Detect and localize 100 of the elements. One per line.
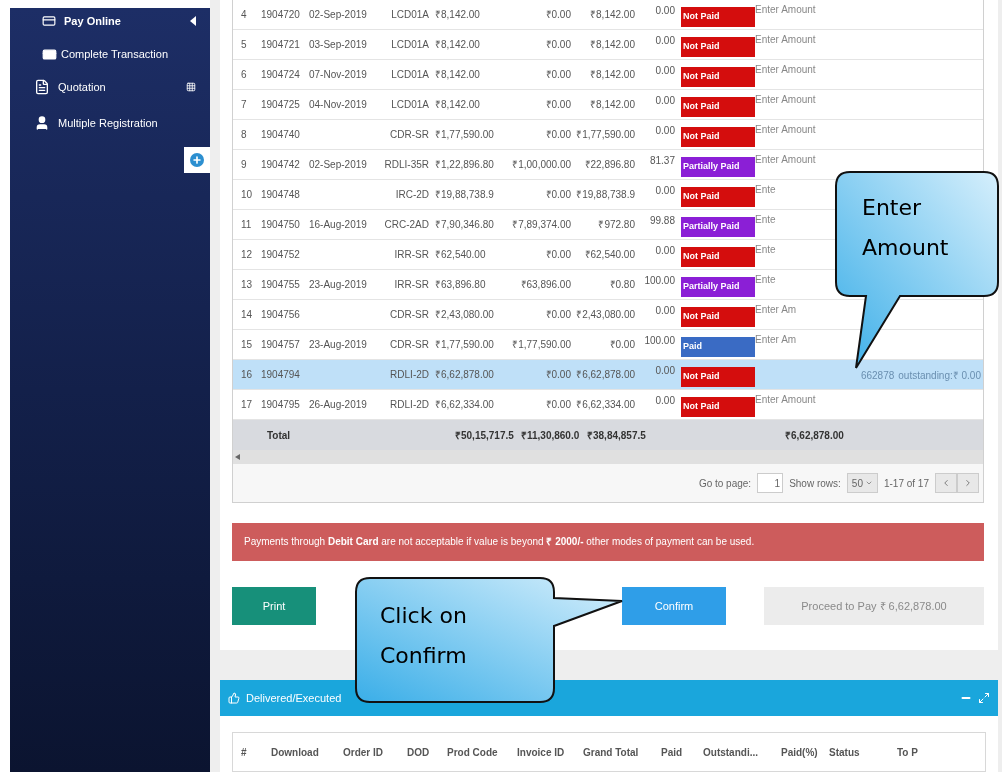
status-badge: Not Paid [681,367,755,387]
table-cell-text: ₹1,00,000.00 [511,158,571,172]
table-cell-text: ₹8,142.00 [435,8,481,22]
print-button[interactable]: Print [232,587,316,625]
grid-icon [186,82,196,92]
table-cell-text: 17 [240,398,254,412]
table-cell-text: 0.00 [654,64,675,78]
table-cell-text: ₹8,142.00 [435,68,481,82]
table-cell-text: 1904795 [260,398,301,412]
rows-select[interactable]: 50 [846,473,878,493]
status-badge: Partially Paid [681,157,755,177]
table-cell-text: ₹0.00 [608,338,635,352]
table-cell: 23-Aug-2019 [309,339,367,350]
table-cell-text: 1904757 [260,338,301,352]
status-badge: Not Paid [681,307,755,327]
table-cell-text: ₹8,142.00 [589,68,635,82]
amount-field[interactable]: Ente [755,182,791,197]
column-header: Outstandi... [703,746,758,758]
table-cell-text: ₹7,90,346.80 [435,218,495,232]
table-cell-text: ₹6,62,334.00 [435,398,495,412]
table-cell-text: 1904750 [260,218,301,232]
table-cell-text: ₹1,77,590.00 [435,128,495,142]
table-cell-text: ₹0.80 [608,278,635,292]
amount-field[interactable]: Ente [755,242,791,257]
table-cell-text: ₹0.00 [544,308,571,322]
table-cell-text: ₹19,88,738.9 [575,188,635,202]
table-cell-text: ₹2,43,080.00 [435,308,495,322]
table-cell-text: LCD01A [390,8,430,22]
status-badge: Not Paid [681,187,755,207]
column-header: Paid [661,746,683,758]
table-cell-text: 6 [240,68,248,82]
table-cell-text: 0.00 [654,124,675,138]
status-badge: Not Paid [681,97,755,117]
table-cell: 03-Sep-2019 [309,39,367,50]
amount-field[interactable]: Enter Amount [755,392,839,407]
table-cell-text: ₹7,89,374.00 [511,218,571,232]
table-cell-text: ₹63,896.80 [435,278,487,292]
column-header: Order ID [343,746,383,758]
table-cell-text: 8 [240,128,248,142]
column-header: Prod Code [447,746,498,758]
amount-field[interactable]: Enter Amount [755,62,839,77]
table-cell-text: 4 [240,8,248,22]
table-cell-text: Total [266,428,292,443]
table-cell-text: 13 [240,278,254,292]
table-cell-text: IRR-SR [393,248,430,262]
outstanding-note: outstanding:₹ 0.00 [898,369,981,383]
table-cell-text: 1904720 [260,8,301,22]
next-icon [963,478,973,488]
table-cell-text: ₹0.00 [544,398,571,412]
table-cell-text: ₹6,62,878.00 [575,368,635,382]
amount-field[interactable]: Enter Am [755,332,815,347]
table-cell-text: 14 [240,308,254,322]
amount-field[interactable]: Ente [755,272,791,287]
page-field[interactable]: 1 [757,473,784,493]
table-cell-text: 1904748 [260,188,301,202]
table-cell-text: 0.00 [654,184,675,198]
add-button[interactable] [184,147,210,173]
table-cell-text: ₹63,896.00 [519,278,571,292]
amount-field[interactable]: Enter Amount [755,92,839,107]
scroll-left-icon[interactable] [235,454,240,460]
table-cell-text: CDR-SR [389,128,430,142]
table-cell-text: ₹0.00 [544,368,571,382]
previous-icon [941,478,951,488]
table-cell-text: 12 [240,248,254,262]
table-cell-text: CDR-SR [389,338,430,352]
table-cell-text: ₹6,62,878.00 [435,368,495,382]
plus-icon [190,153,204,167]
amount-field[interactable]: Enter Amount [755,2,839,17]
table-cell-text: ₹2,43,080.00 [575,308,635,322]
dropdown-icon [864,479,873,487]
table-cell: 02-Sep-2019 [309,159,367,170]
status-badge: Partially Paid [681,217,755,237]
column-header: To P [897,746,918,758]
amount-field[interactable]: Enter Amount [755,32,839,47]
table-cell-text: IRC-2D [394,188,430,202]
table-cell-text: ₹972.80 [597,218,635,232]
table-cell-text: 0.00 [654,244,675,258]
sidebar-item[interactable]: Multiple Registration [58,114,158,132]
table-cell-text: ₹1,77,590.00 [435,338,495,352]
status-badge: Not Paid [681,67,755,87]
table-cell-text: RDLI-2D [389,398,430,412]
sidebar-item[interactable]: Complete Transaction [61,45,168,63]
table-cell-text: ₹0.00 [544,8,571,22]
table-cell-text: ₹62,540.00 [435,248,487,262]
table-cell-text: 1904742 [260,158,301,172]
amount-field[interactable]: Enter Amount [755,152,839,167]
table-cell-text: RDLI-35R [383,158,430,172]
page-range: 1-17 of 17 [883,476,929,491]
sidebar-item[interactable]: Pay Online [64,12,121,30]
amount-field[interactable]: Enter Amount [755,122,839,137]
amount-field[interactable]: Ente [755,212,791,227]
table-cell-text: ₹8,142.00 [435,38,481,52]
table-cell-text: ₹1,22,896.80 [435,158,495,172]
amount-field[interactable]: Enter Am [755,302,815,317]
table-cell: 26-Aug-2019 [309,399,367,410]
sidebar-item[interactable]: Quotation [58,78,106,96]
table-row[interactable]: 16 1904794 RDLI-2D ₹6,62,878.00 ₹0.00 ₹6,62,878.00 0.00 Not Paid 662878 outstanding:₹ 0.00 [233,360,983,390]
table-cell-text: 1904721 [260,38,301,52]
user-icon [34,115,50,131]
card-icon [42,14,56,28]
